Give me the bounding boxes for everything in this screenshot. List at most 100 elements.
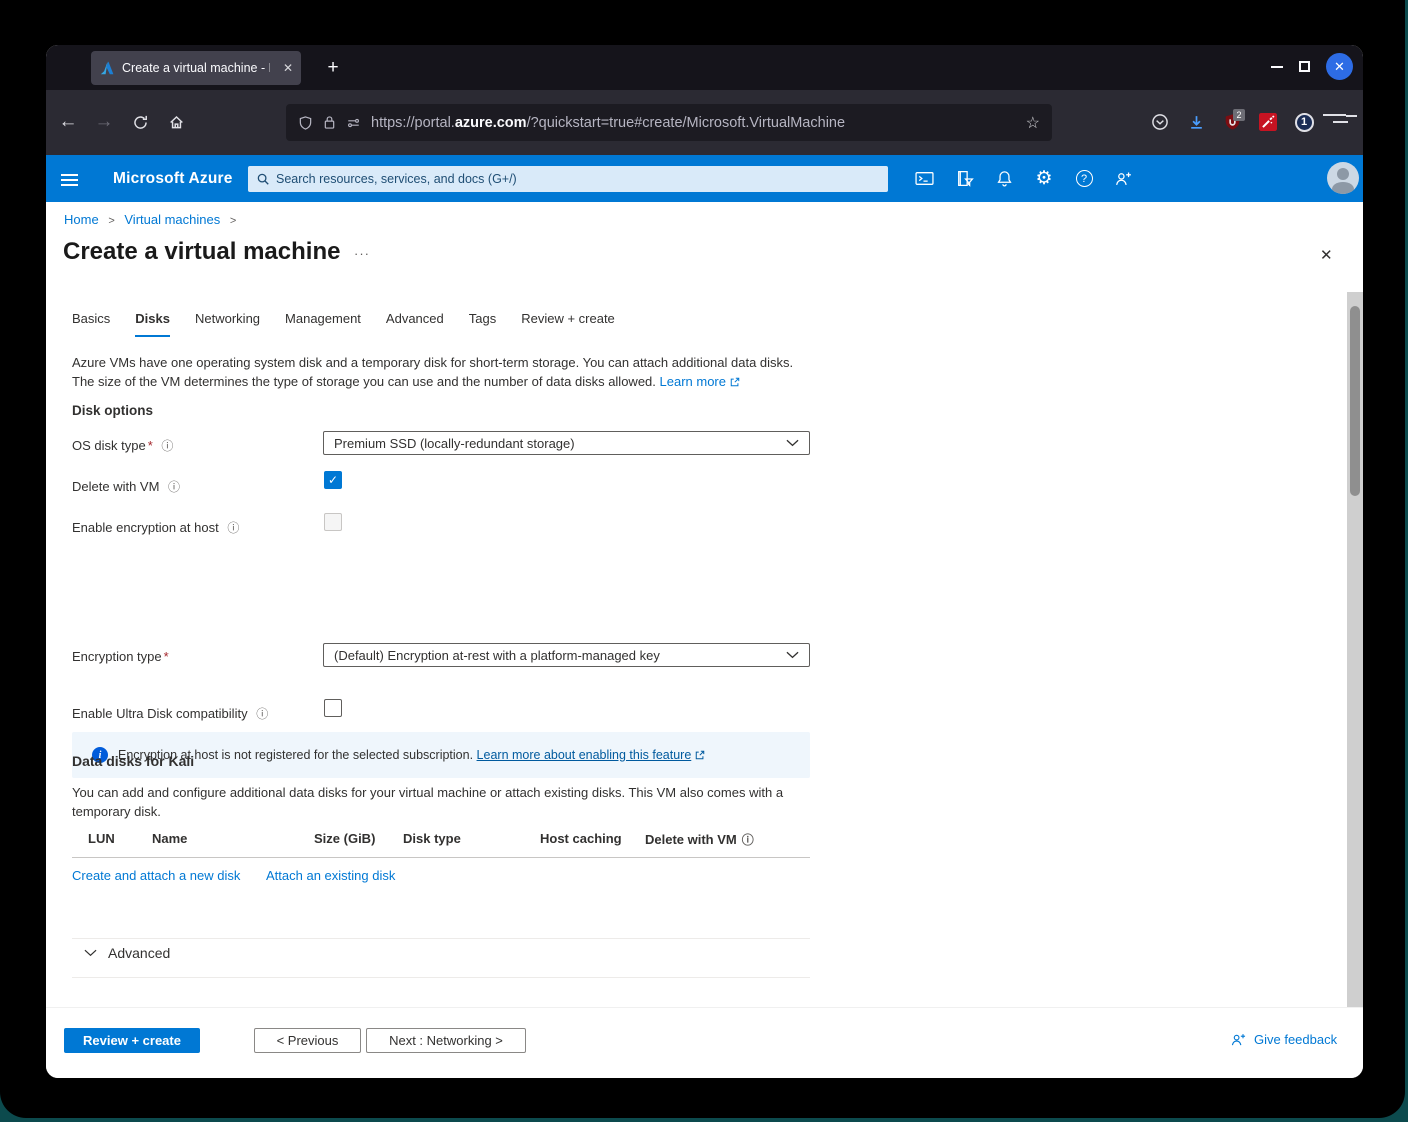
divider	[72, 938, 810, 939]
help-icon[interactable]: ?	[1067, 162, 1101, 195]
chevron-down-icon	[786, 439, 799, 447]
footer-divider	[46, 1007, 1363, 1008]
intro-text: Azure VMs have one operating system disk…	[72, 355, 794, 389]
encryption-at-host-label: Enable encryption at host ⓘ	[72, 520, 240, 535]
menu-icon-bars	[1323, 110, 1357, 122]
delete-with-vm-checkbox[interactable]: ✓	[324, 471, 342, 489]
notifications-bell-icon[interactable]	[987, 162, 1021, 195]
page-close-icon[interactable]: ✕	[1320, 246, 1333, 264]
col-delete-with-vm: Delete with VM ⓘ	[645, 832, 754, 847]
previous-button[interactable]: < Previous	[254, 1028, 361, 1053]
tab-management[interactable]: Management	[285, 311, 361, 337]
tab-review-create[interactable]: Review + create	[521, 311, 615, 337]
window-minimize-button[interactable]	[1271, 65, 1283, 68]
page-title: Create a virtual machine	[63, 238, 341, 265]
global-search[interactable]	[248, 166, 888, 192]
disk-options-heading: Disk options	[72, 403, 154, 418]
portal-menu-icon[interactable]	[61, 171, 78, 189]
info-icon[interactable]: ⓘ	[161, 439, 173, 453]
feedback-icon[interactable]	[1106, 162, 1140, 195]
search-input[interactable]	[276, 172, 880, 186]
tab-tags[interactable]: Tags	[469, 311, 496, 337]
bookmark-star-icon[interactable]: ☆	[1026, 113, 1040, 133]
chevron-down-icon	[786, 651, 799, 659]
scrollbar-thumb[interactable]	[1350, 306, 1360, 496]
create-attach-disk-link[interactable]: Create and attach a new disk	[72, 868, 240, 883]
onepassword-icon[interactable]: 1	[1287, 104, 1321, 140]
home-icon[interactable]	[158, 104, 194, 140]
learn-more-link[interactable]: Learn more	[660, 374, 740, 389]
download-icon[interactable]	[1179, 104, 1213, 140]
advanced-chevron-icon[interactable]	[84, 949, 97, 957]
browser-tab[interactable]: Create a virtual machine - M ✕	[91, 51, 301, 85]
browser-toolbar: ← → https://portal.azure.com/?quickstart…	[46, 90, 1363, 155]
breadcrumb-home[interactable]: Home	[64, 212, 99, 227]
os-disk-type-dropdown[interactable]: Premium SSD (locally-redundant storage)	[323, 431, 810, 455]
azure-favicon-icon	[99, 60, 115, 76]
portal-content: Home > Virtual machines > Create a virtu…	[46, 202, 1363, 1078]
azure-portal-header: Microsoft Azure ⚙ ?	[46, 155, 1363, 202]
give-feedback[interactable]: Give feedback	[1230, 1032, 1337, 1047]
window-maximize-button[interactable]	[1299, 61, 1310, 72]
advanced-section-label[interactable]: Advanced	[108, 945, 170, 961]
data-disks-table-header: LUN Name Size (GiB) Disk type Host cachi…	[72, 831, 810, 853]
window-close-button[interactable]: ✕	[1326, 53, 1353, 80]
col-lun: LUN	[88, 831, 115, 846]
attach-existing-disk-link[interactable]: Attach an existing disk	[266, 868, 395, 883]
forward-icon: →	[94, 111, 114, 132]
banner-learn-more-link[interactable]: Learn more about enabling this feature	[477, 748, 692, 762]
cloud-shell-icon[interactable]	[907, 162, 941, 195]
encryption-type-label: Encryption type *	[72, 649, 169, 664]
os-disk-type-label: OS disk type * ⓘ	[72, 438, 174, 453]
col-name: Name	[152, 831, 188, 846]
avatar[interactable]	[1327, 162, 1359, 194]
breadcrumb-virtual-machines[interactable]: Virtual machines	[124, 212, 220, 227]
review-create-button[interactable]: Review + create	[64, 1028, 200, 1053]
lock-icon[interactable]	[323, 115, 336, 130]
next-networking-button[interactable]: Next : Networking >	[366, 1028, 526, 1053]
settings-gear-icon[interactable]: ⚙	[1027, 162, 1061, 195]
data-disks-heading: Data disks for Kali	[72, 753, 195, 769]
give-feedback-label: Give feedback	[1254, 1032, 1338, 1047]
encryption-at-host-checkbox[interactable]	[324, 513, 342, 531]
tab-advanced[interactable]: Advanced	[386, 311, 444, 337]
col-disk-type: Disk type	[403, 831, 461, 846]
ublock-icon[interactable]: 2	[1215, 104, 1249, 140]
new-tab-button[interactable]: +	[318, 53, 348, 83]
desktop-background: Create a virtual machine - M ✕ + ✕ ← → h…	[0, 0, 1405, 1118]
table-divider	[72, 857, 810, 858]
divider	[72, 977, 810, 978]
info-icon[interactable]: ⓘ	[742, 833, 754, 847]
data-disks-description: You can add and configure additional dat…	[72, 785, 784, 819]
reload-icon[interactable]	[122, 104, 158, 140]
tab-title: Create a virtual machine - M	[122, 61, 270, 75]
delete-with-vm-label: Delete with VM ⓘ	[72, 479, 181, 494]
tracking-shield-icon[interactable]	[298, 115, 313, 131]
directory-filter-icon[interactable]	[947, 162, 981, 195]
info-icon[interactable]: ⓘ	[256, 707, 268, 721]
col-size: Size (GiB)	[314, 831, 376, 846]
ublock-badge: 2	[1233, 109, 1245, 121]
more-actions-icon[interactable]: ···	[354, 246, 370, 261]
page-scrollbar[interactable]	[1347, 292, 1363, 1007]
info-icon[interactable]: ⓘ	[168, 480, 180, 494]
browser-window: Create a virtual machine - M ✕ + ✕ ← → h…	[46, 45, 1363, 1078]
ultra-disk-checkbox[interactable]	[324, 699, 342, 717]
wizard-tabs: Basics Disks Networking Management Advan…	[72, 311, 615, 337]
info-icon[interactable]: ⓘ	[227, 521, 239, 535]
give-feedback-icon	[1230, 1032, 1247, 1047]
tab-disks[interactable]: Disks	[135, 311, 170, 337]
url-bar[interactable]: https://portal.azure.com/?quickstart=tru…	[286, 104, 1052, 141]
external-link-icon	[730, 377, 740, 387]
info-banner-text: Encryption at host is not registered for…	[118, 748, 705, 762]
tab-basics[interactable]: Basics	[72, 311, 110, 337]
tab-close-icon[interactable]: ✕	[283, 61, 293, 75]
wand-extension-icon[interactable]	[1251, 104, 1285, 140]
encryption-type-dropdown[interactable]: (Default) Encryption at-rest with a plat…	[323, 643, 810, 667]
back-icon[interactable]: ←	[50, 104, 86, 140]
permissions-icon[interactable]	[346, 116, 361, 130]
azure-brand[interactable]: Microsoft Azure	[113, 155, 233, 202]
breadcrumb: Home > Virtual machines >	[64, 212, 242, 227]
pocket-icon[interactable]	[1143, 104, 1177, 140]
tab-networking[interactable]: Networking	[195, 311, 260, 337]
